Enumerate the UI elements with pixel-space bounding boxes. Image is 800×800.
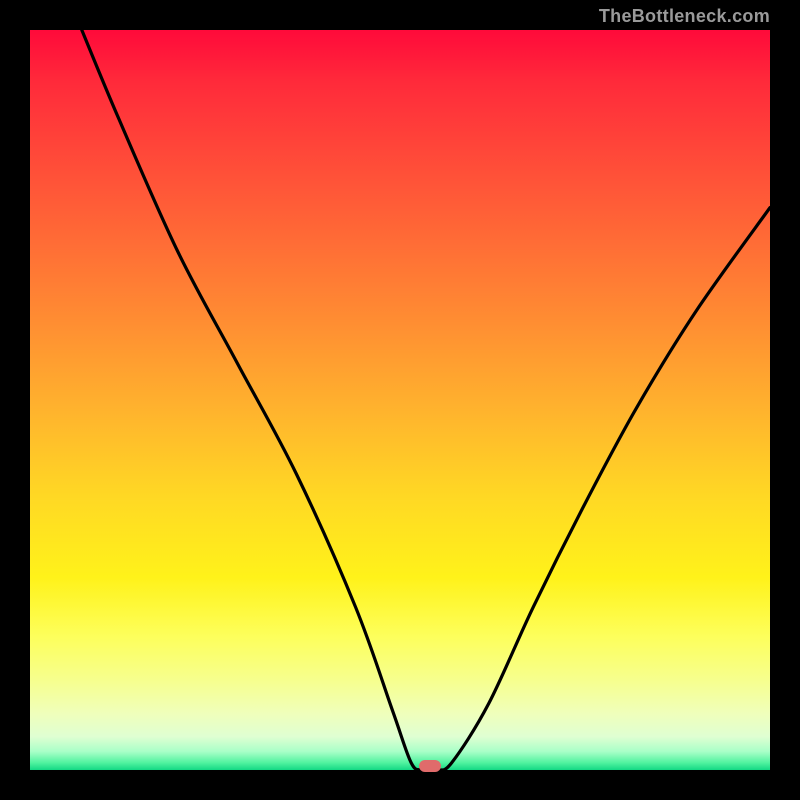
plot-area: [30, 30, 770, 770]
attribution-label: TheBottleneck.com: [599, 6, 770, 27]
bottleneck-curve: [30, 30, 770, 770]
optimal-marker: [419, 760, 441, 772]
chart-frame: TheBottleneck.com: [0, 0, 800, 800]
